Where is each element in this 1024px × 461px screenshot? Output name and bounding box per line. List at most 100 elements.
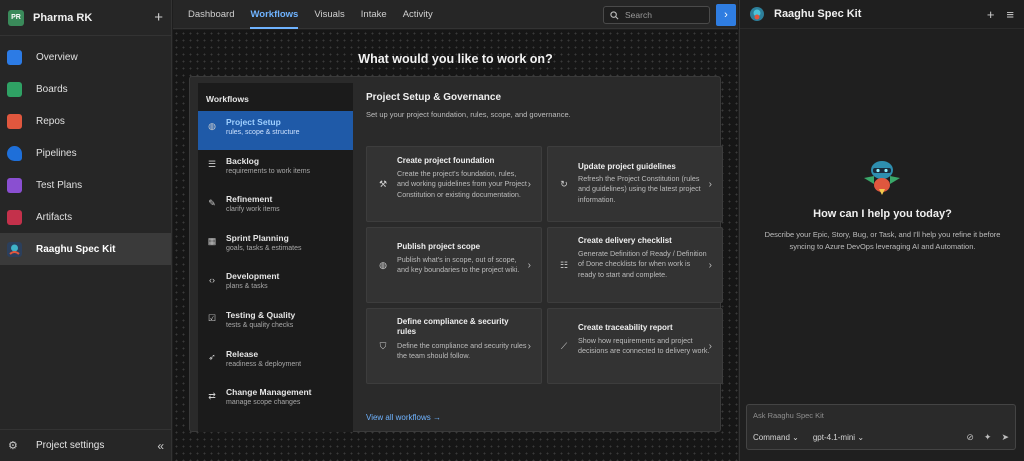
model-select[interactable]: gpt-4.1-mini ⌄ xyxy=(813,433,864,442)
plus-icon[interactable]: + xyxy=(987,7,995,22)
workflow-item-project-setup[interactable]: ◍ Project Setup rules, scope & structure xyxy=(198,111,353,150)
workflow-subtitle: clarify work items xyxy=(226,206,280,214)
chat-composer[interactable]: Ask Raaghu Spec Kit Command ⌄ gpt-4.1-mi… xyxy=(746,404,1016,450)
chevron-right-icon: › xyxy=(724,9,728,21)
search-input[interactable]: Search xyxy=(603,6,710,24)
menu-icon[interactable]: ≡ xyxy=(1006,7,1014,22)
workflow-title: Testing & Quality xyxy=(226,309,296,320)
nav-item-label: Boards xyxy=(36,83,68,95)
workflows-panel: Workflows ◍ Project Setup rules, scope & … xyxy=(189,76,723,432)
nav-item-label: Repos xyxy=(36,115,65,127)
top-tab-bar: Dashboard Workflows Visuals Intake Activ… xyxy=(173,0,738,29)
workflow-subtitle: rules, scope & structure xyxy=(226,129,300,136)
nav-item-raaghu-spec-kit[interactable]: Raaghu Spec Kit xyxy=(0,233,171,265)
project-avatar: PR xyxy=(8,9,24,26)
chevron-right-icon: › xyxy=(708,259,712,271)
assistant-greeting: How can I help you today? xyxy=(813,208,952,220)
workflow-item-release[interactable]: ➶ Release readiness & deployment xyxy=(198,343,353,382)
chevron-down-icon: ⌄ xyxy=(792,433,799,442)
overview-icon xyxy=(7,49,22,65)
gear-icon: ⚙ xyxy=(8,440,18,452)
nav-item-boards[interactable]: Boards xyxy=(0,73,171,105)
action-card-create-project-foundation[interactable]: ⚒ Create project foundation Create the p… xyxy=(366,146,542,222)
detail-title: Project Setup & Governance xyxy=(366,92,502,103)
project-header[interactable]: PR Pharma RK + xyxy=(0,0,171,36)
trend-icon: ⟋ xyxy=(560,340,568,351)
workflow-subtitle: goals, tasks & estimates xyxy=(226,244,302,252)
card-title: Publish project scope xyxy=(397,242,481,251)
workflow-subtitle: manage scope changes xyxy=(226,399,301,407)
workflow-item-change-management[interactable]: ⇄ Change Management manage scope changes xyxy=(198,381,353,420)
toggle-assistant-button[interactable]: › xyxy=(716,4,736,26)
nav-item-test-plans[interactable]: Test Plans xyxy=(0,169,171,201)
plus-icon[interactable]: + xyxy=(154,10,163,25)
chat-input[interactable]: Ask Raaghu Spec Kit xyxy=(753,411,824,420)
nav-item-label: Pipelines xyxy=(36,147,77,159)
nav-item-label: Raaghu Spec Kit xyxy=(36,243,116,255)
mode-select-value: Command xyxy=(753,433,790,442)
workflow-title: Change Management xyxy=(226,387,312,398)
boards-icon xyxy=(7,81,22,97)
card-description: Show how requirements and project decisi… xyxy=(578,336,710,356)
workflow-title: Development xyxy=(226,271,280,282)
tab-dashboard[interactable]: Dashboard xyxy=(180,0,242,29)
assistant-panel: Raaghu Spec Kit + ≡ How can I help you t… xyxy=(739,0,1024,461)
test-plans-icon xyxy=(7,177,22,193)
assistant-header: Raaghu Spec Kit + ≡ xyxy=(740,0,1024,29)
project-settings-label: Project settings xyxy=(36,440,105,451)
card-title: Create delivery checklist xyxy=(578,236,672,245)
workflow-item-development[interactable]: ‹› Development plans & tasks xyxy=(198,265,353,304)
search-placeholder: Search xyxy=(625,10,652,20)
send-icon[interactable]: ➤ xyxy=(1001,432,1009,443)
card-description: Generate Definition of Ready / Definitio… xyxy=(578,249,707,279)
detail-description: Set up your project foundation, rules, s… xyxy=(366,110,571,119)
calendar-icon: ▦ xyxy=(207,236,217,247)
rocket-icon: ➶ xyxy=(208,352,216,363)
tab-visuals[interactable]: Visuals xyxy=(306,0,352,29)
app-root: PR Pharma RK + Overview Boards Repos Pip… xyxy=(0,0,1024,461)
card-description: Define the compliance and security rules… xyxy=(397,341,527,361)
chevron-right-icon: › xyxy=(527,259,531,271)
workflow-item-testing-quality[interactable]: ☑ Testing & Quality tests & quality check… xyxy=(198,304,353,343)
workflow-list-header: Workflows xyxy=(206,94,249,104)
action-card-create-delivery-checklist[interactable]: ☷ Create delivery checklist Generate Def… xyxy=(547,227,723,303)
action-card-create-traceability-report[interactable]: ⟋ Create traceability report Show how re… xyxy=(547,308,723,384)
globe-icon: ◍ xyxy=(208,120,216,131)
card-description: Publish what's in scope, out of scope, a… xyxy=(397,255,520,275)
chevron-right-icon: › xyxy=(708,340,712,352)
nav-item-artifacts[interactable]: Artifacts xyxy=(0,201,171,233)
workflow-item-sprint-planning[interactable]: ▦ Sprint Planning goals, tasks & estimate… xyxy=(198,227,353,266)
mode-select[interactable]: Command ⌄ xyxy=(753,433,799,442)
checklist-icon: ☷ xyxy=(559,259,569,270)
project-settings[interactable]: ⚙ Project settings « xyxy=(0,429,172,461)
nav-item-overview[interactable]: Overview xyxy=(0,41,171,73)
action-card-update-project-guidelines[interactable]: ↻ Update project guidelines Refresh the … xyxy=(547,146,723,222)
nav-item-repos[interactable]: Repos xyxy=(0,105,171,137)
view-all-workflows-link[interactable]: View all workflows → xyxy=(366,413,441,422)
workflow-title: Sprint Planning xyxy=(226,232,289,243)
card-title: Update project guidelines xyxy=(578,162,676,171)
change-icon: ⇄ xyxy=(208,390,216,401)
workflow-subtitle: plans & tasks xyxy=(226,283,268,291)
spec-kit-icon xyxy=(7,241,22,257)
workflow-detail: Project Setup & Governance Set up your p… xyxy=(353,83,723,432)
workflow-item-backlog[interactable]: ☰ Backlog requirements to work items xyxy=(198,150,353,189)
project-name[interactable]: Pharma RK xyxy=(33,12,154,24)
workflow-item-refinement[interactable]: ✎ Refinement clarify work items xyxy=(198,188,353,227)
assistant-title: Raaghu Spec Kit xyxy=(774,8,862,20)
action-card-publish-project-scope[interactable]: ◍ Publish project scope Publish what's i… xyxy=(366,227,542,303)
attach-icon[interactable]: ⊘ xyxy=(966,432,974,443)
assistant-mascot xyxy=(864,161,900,195)
card-description: Refresh the Project Constitution (rules … xyxy=(578,174,701,204)
tab-workflows[interactable]: Workflows xyxy=(242,0,306,29)
double-chevron-left-icon[interactable]: « xyxy=(157,439,164,453)
workflow-title: Backlog xyxy=(226,155,260,166)
tab-activity[interactable]: Activity xyxy=(395,0,441,29)
nav-item-pipelines[interactable]: Pipelines xyxy=(0,137,171,169)
action-card-define-compliance-security-rules[interactable]: ⛉ Define compliance & security rules Def… xyxy=(366,308,542,384)
workflow-list: Workflows ◍ Project Setup rules, scope & … xyxy=(198,83,353,432)
workflow-title: Release xyxy=(226,348,259,359)
sparkle-icon[interactable]: ✦ xyxy=(984,432,992,443)
nav-item-label: Overview xyxy=(36,51,78,63)
tab-intake[interactable]: Intake xyxy=(353,0,395,29)
